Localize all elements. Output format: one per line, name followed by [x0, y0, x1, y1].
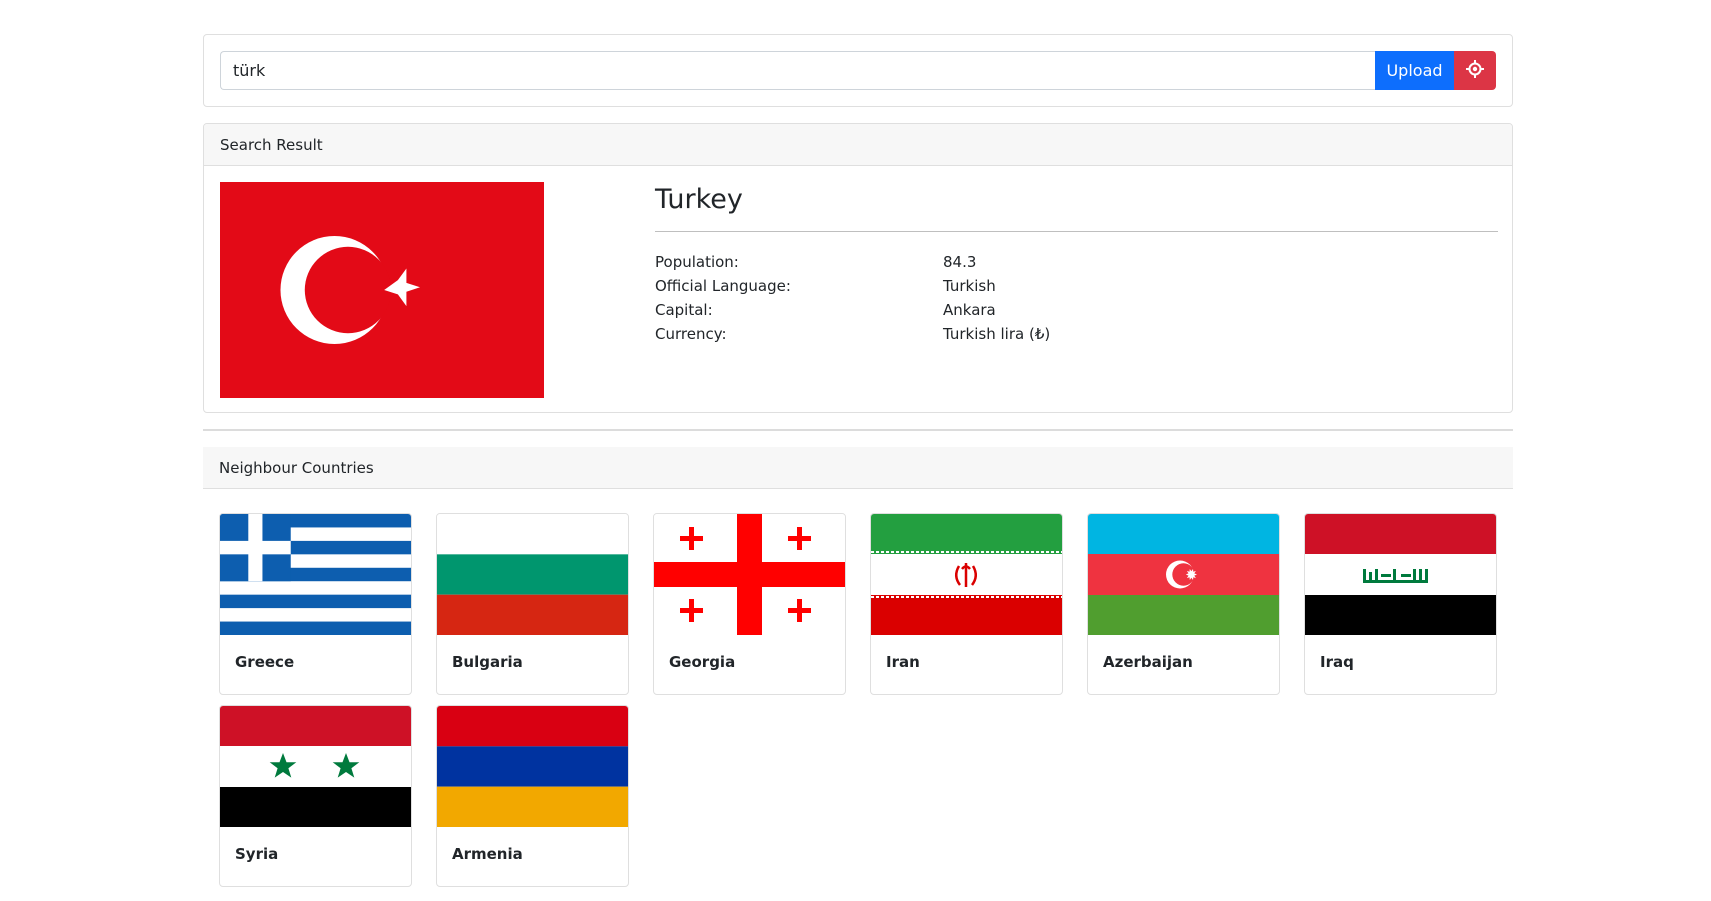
neighbour-card-azerbaijan[interactable]: Azerbaijan: [1087, 513, 1280, 695]
neighbour-name: Syria: [235, 845, 279, 863]
neighbour-name: Greece: [235, 653, 295, 671]
neighbour-card-syria[interactable]: Syria: [219, 705, 412, 887]
iran-flag-image: [871, 514, 1062, 635]
neighbour-card-iraq[interactable]: Iraq: [1304, 513, 1497, 695]
neighbour-name: Iran: [886, 653, 920, 671]
turkey-flag-image: [220, 182, 544, 398]
info-value: Turkish: [943, 277, 996, 295]
syria-flag-image: [220, 706, 411, 827]
neighbour-grid: Greece Bulgaria Georgia Iran Azerbaijan …: [203, 489, 1513, 887]
info-row-language: Official Language: Turkish: [655, 274, 1498, 298]
iraq-flag-image: [1305, 514, 1496, 635]
neighbour-countries-header: Neighbour Countries: [203, 447, 1513, 489]
armenia-flag-image: [437, 706, 628, 827]
neighbour-card-bulgaria[interactable]: Bulgaria: [436, 513, 629, 695]
info-label: Currency:: [655, 325, 727, 343]
info-row-currency: Currency: Turkish lira (₺): [655, 322, 1498, 346]
info-value: Ankara: [943, 301, 996, 319]
crosshair-icon: [1465, 59, 1485, 82]
info-label: Capital:: [655, 301, 713, 319]
country-info: Turkey Population: 84.3 Official Languag…: [655, 184, 1498, 346]
search-result-body: Turkey Population: 84.3 Official Languag…: [204, 166, 1512, 412]
neighbour-name: Azerbaijan: [1103, 653, 1193, 671]
neighbour-card-georgia[interactable]: Georgia: [653, 513, 846, 695]
country-title: Turkey: [655, 184, 1498, 232]
neighbour-name: Georgia: [669, 653, 736, 671]
upload-button[interactable]: Upload: [1375, 51, 1454, 90]
neighbour-name: Bulgaria: [452, 653, 523, 671]
search-input[interactable]: [220, 51, 1375, 90]
azerbaijan-flag-image: [1088, 514, 1279, 635]
search-result-header: Search Result: [204, 124, 1512, 166]
greece-flag-image: [220, 514, 411, 635]
locate-button[interactable]: [1454, 51, 1496, 90]
info-row-capital: Capital: Ankara: [655, 298, 1498, 322]
neighbour-card-armenia[interactable]: Armenia: [436, 705, 629, 887]
bulgaria-flag-image: [437, 514, 628, 635]
section-divider: [203, 429, 1513, 431]
search-card: Upload: [203, 34, 1513, 107]
info-value: 84.3: [943, 253, 977, 271]
georgia-flag-image: [654, 514, 845, 635]
neighbour-card-greece[interactable]: Greece: [219, 513, 412, 695]
neighbour-card-iran[interactable]: Iran: [870, 513, 1063, 695]
page-container: Upload Search Result: [203, 34, 1513, 887]
info-label: Population:: [655, 253, 739, 271]
info-label: Official Language:: [655, 277, 791, 295]
neighbour-name: Armenia: [452, 845, 523, 863]
info-row-population: Population: 84.3: [655, 250, 1498, 274]
search-result-card: Search Result Turkey Population: 84.3 Of…: [203, 123, 1513, 413]
neighbour-name: Iraq: [1320, 653, 1354, 671]
info-value: Turkish lira (₺): [943, 325, 1051, 343]
